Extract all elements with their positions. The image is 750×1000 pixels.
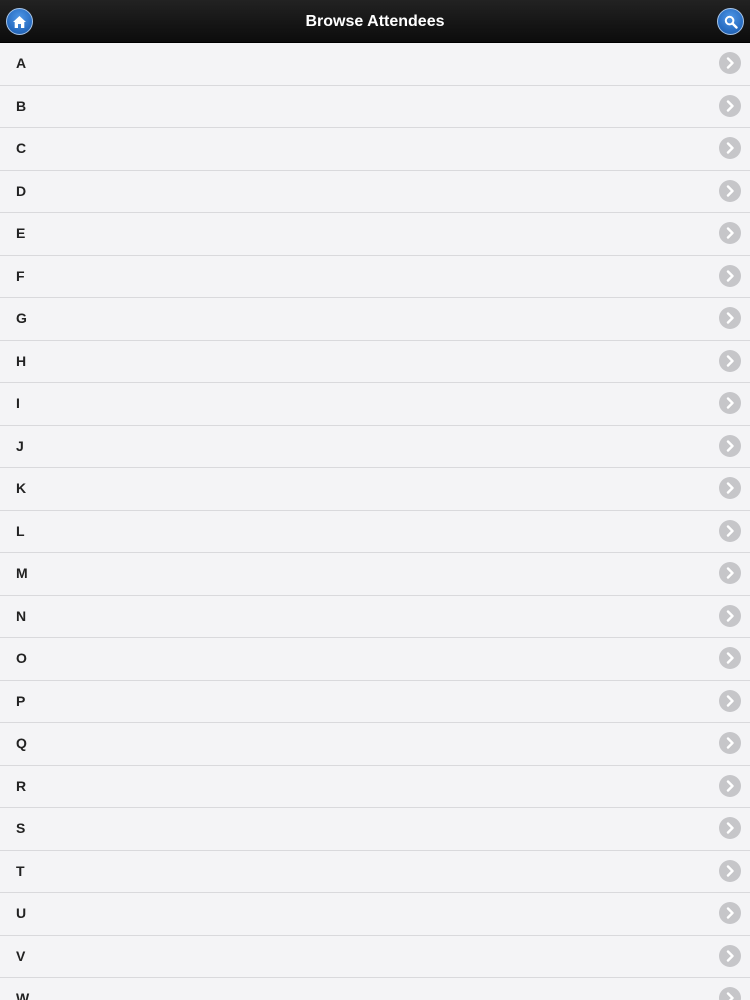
list-item[interactable]: G — [0, 298, 750, 341]
chevron-right-icon — [719, 349, 741, 372]
search-icon — [724, 15, 738, 29]
letter-label: H — [16, 352, 27, 369]
list-item[interactable]: M — [0, 553, 750, 596]
header-bar: Browse Attendees — [0, 0, 750, 43]
list-item[interactable]: J — [0, 425, 750, 468]
chevron-right-icon — [719, 987, 741, 1000]
list-item[interactable]: B — [0, 85, 750, 128]
list-item[interactable]: W — [0, 978, 750, 1000]
letter-label: O — [16, 650, 27, 666]
letter-label: S — [16, 820, 26, 836]
chevron-right-icon — [719, 647, 741, 669]
list-item[interactable]: T — [0, 850, 750, 893]
attendee-letter-list: A B C D E F G H I J K L M N O P Q R S T U V W — [0, 43, 750, 1000]
chevron-right-icon — [719, 774, 741, 797]
chevron-right-icon — [719, 264, 741, 287]
chevron-right-icon — [719, 902, 741, 924]
letter-label: C — [16, 140, 27, 156]
list-item[interactable]: K — [0, 468, 750, 511]
list-item[interactable]: E — [0, 213, 750, 256]
letter-label: I — [16, 395, 20, 411]
chevron-right-icon — [719, 732, 741, 754]
letter-label: W — [16, 990, 30, 1000]
letter-label: J — [16, 437, 24, 454]
chevron-right-icon — [719, 944, 741, 967]
chevron-right-icon — [719, 477, 741, 499]
chevron-right-icon — [719, 689, 741, 712]
letter-label: K — [16, 480, 27, 496]
list-item[interactable]: R — [0, 765, 750, 808]
list-item[interactable]: S — [0, 808, 750, 851]
list-item[interactable]: A — [0, 43, 750, 86]
letter-label: T — [16, 862, 25, 879]
list-item[interactable]: V — [0, 935, 750, 978]
chevron-right-icon — [719, 817, 741, 839]
list-item[interactable]: O — [0, 638, 750, 681]
letter-label: E — [16, 225, 26, 241]
list-item[interactable]: U — [0, 893, 750, 936]
chevron-right-icon — [719, 179, 741, 202]
letter-label: D — [16, 182, 27, 199]
letter-label: G — [16, 310, 27, 326]
letter-label: P — [16, 692, 26, 709]
letter-label: L — [16, 522, 25, 539]
app-window: Browse Attendees A B C D E F G H I J K L M N O P Q R S T U V W — [0, 0, 750, 1000]
chevron-right-icon — [719, 434, 741, 457]
list-item[interactable]: I — [0, 383, 750, 426]
search-button[interactable] — [717, 8, 744, 35]
list-item[interactable]: C — [0, 128, 750, 171]
list-item[interactable]: N — [0, 595, 750, 638]
chevron-right-icon — [719, 137, 741, 159]
letter-label: B — [16, 97, 27, 114]
chevron-right-icon — [719, 519, 741, 542]
page-title: Browse Attendees — [305, 13, 445, 30]
chevron-right-icon — [719, 222, 741, 244]
letter-label: F — [16, 267, 25, 284]
chevron-right-icon — [719, 562, 741, 584]
list-item[interactable]: D — [0, 170, 750, 213]
letter-label: N — [16, 607, 27, 624]
letter-label: R — [16, 777, 27, 794]
chevron-right-icon — [719, 392, 741, 414]
letter-label: Q — [16, 735, 27, 751]
chevron-right-icon — [719, 52, 741, 74]
letter-label: V — [16, 947, 26, 964]
chevron-right-icon — [719, 94, 741, 117]
letter-label: A — [16, 55, 27, 71]
letter-label: M — [16, 565, 28, 581]
letter-label: U — [16, 905, 27, 921]
chevron-right-icon — [719, 859, 741, 882]
list-item[interactable]: L — [0, 510, 750, 553]
list-item[interactable]: Q — [0, 723, 750, 766]
chevron-right-icon — [719, 604, 741, 627]
list-item[interactable]: P — [0, 680, 750, 723]
list-item[interactable]: F — [0, 255, 750, 298]
chevron-right-icon — [719, 307, 741, 329]
list-item[interactable]: H — [0, 340, 750, 383]
